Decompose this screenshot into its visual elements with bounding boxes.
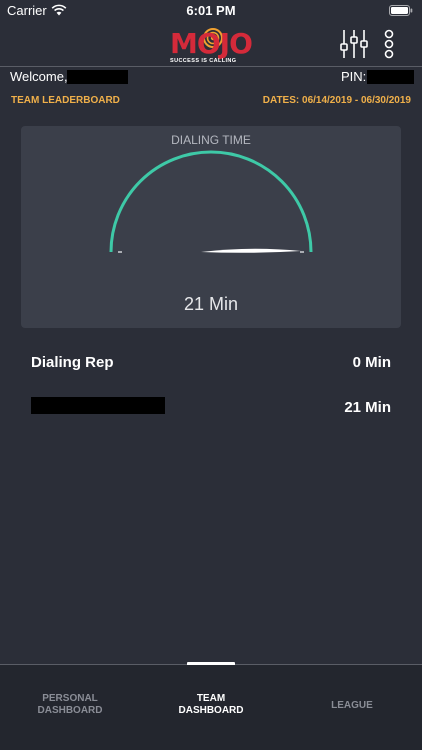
status-bar: Carrier 6:01 PM <box>0 0 422 22</box>
tab-label-line2: DASHBOARD <box>37 705 103 716</box>
welcome-row: Welcome, PIN: <box>0 68 422 88</box>
tab-label-line2: DASHBOARD <box>178 705 244 716</box>
tab-label-line1: PERSONAL <box>42 693 98 704</box>
rep-dialing-time: 0 Min <box>352 354 391 371</box>
logo-tagline: SUCCESS IS CALLING <box>170 58 237 64</box>
rep-row[interactable]: Dialing Rep 0 Min <box>31 352 391 374</box>
welcome-label: Welcome, <box>10 69 68 84</box>
tab-team-dashboard[interactable]: TEAM DASHBOARD <box>141 693 281 717</box>
gauge-value: 21 Min <box>183 294 239 314</box>
redacted-username <box>67 70 128 84</box>
tab-label-line1: LEAGUE <box>331 700 373 711</box>
sliders-icon[interactable] <box>339 28 369 60</box>
rep-dialing-time: 21 Min <box>344 399 391 416</box>
battery-icon <box>389 5 413 16</box>
more-options-icon[interactable] <box>383 28 395 60</box>
clock-time: 6:01 PM <box>186 3 236 18</box>
redacted-rep-name <box>31 397 165 414</box>
tab-label-line1: TEAM <box>196 693 226 704</box>
gauge-arc <box>109 150 313 253</box>
rep-name: Dialing Rep <box>31 354 114 371</box>
header-divider <box>0 66 422 67</box>
leaderboard-header: TEAM LEADERBOARD DATES: 06/14/2019 - 06/… <box>0 94 422 110</box>
gauge-title: DIALING TIME <box>171 133 251 147</box>
dialing-time-gauge-card: DIALING TIME 21 Min <box>21 126 401 328</box>
gauge-needle <box>201 248 301 253</box>
rep-row[interactable]: 21 Min <box>31 397 391 419</box>
leaderboard-title: TEAM LEADERBOARD <box>11 95 120 106</box>
redacted-pin <box>367 70 414 84</box>
app-header: MOJO SUCCESS IS CALLING <box>0 22 422 66</box>
tab-league[interactable]: LEAGUE <box>282 700 422 712</box>
mojo-logo: MOJO SUCCESS IS CALLING <box>168 24 254 66</box>
bottom-tab-bar: PERSONAL DASHBOARD TEAM DASHBOARD LEAGUE <box>0 665 422 750</box>
logo-wordmark: MOJO <box>170 27 253 60</box>
tab-personal-dashboard[interactable]: PERSONAL DASHBOARD <box>0 693 140 717</box>
date-range: DATES: 06/14/2019 - 06/30/2019 <box>262 95 411 106</box>
pin-label: PIN: <box>341 69 367 84</box>
